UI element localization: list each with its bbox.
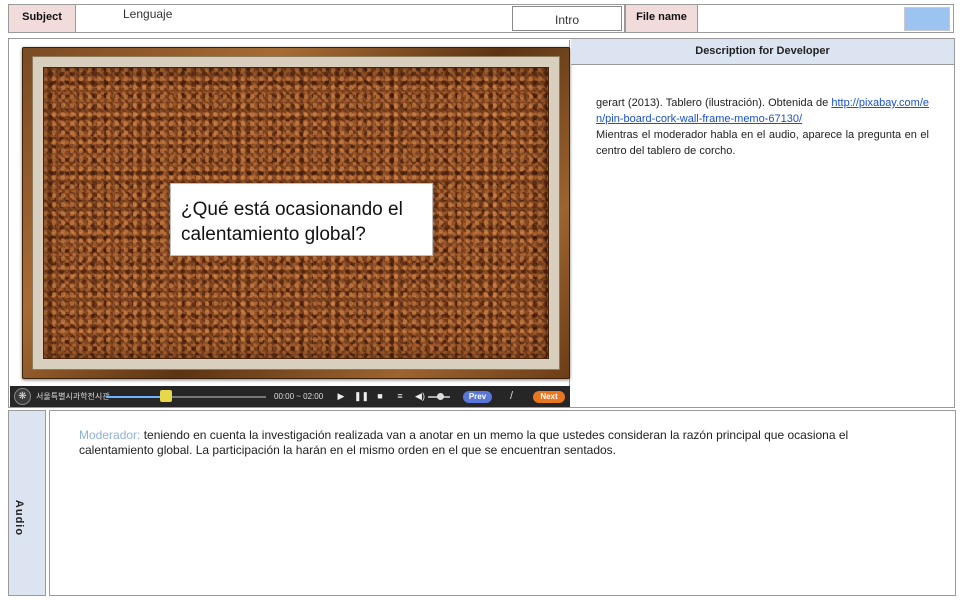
subject-value: Lenguaje bbox=[123, 7, 173, 21]
speaker-label: Moderador: bbox=[79, 428, 141, 442]
volume-handle[interactable] bbox=[437, 393, 444, 400]
logo-icon: ❋ bbox=[14, 388, 31, 405]
player-time: 00:00 ~ 02:00 bbox=[274, 392, 324, 401]
citation-text: gerart (2013). Tablero (ilustración). Ob… bbox=[596, 97, 832, 109]
intro-tag: Intro bbox=[512, 6, 622, 31]
subject-label: Subject bbox=[8, 4, 76, 33]
description-body: gerart (2013). Tablero (ilustración). Ob… bbox=[596, 95, 929, 159]
player-brand: 서울특별시과학전시관 bbox=[36, 392, 110, 401]
audio-script-text: teniendo en cuenta la investigación real… bbox=[79, 428, 849, 457]
progress-fill bbox=[106, 396, 161, 398]
description-header: Description for Developer bbox=[571, 39, 954, 65]
prev-button[interactable]: Prev bbox=[463, 391, 492, 403]
list-icon[interactable]: ≡ bbox=[394, 390, 406, 402]
file-name-label: File name bbox=[625, 4, 698, 33]
question-card: ¿Qué está ocasionando el calentamiento g… bbox=[170, 183, 433, 256]
developer-note: Mientras el moderador habla en el audio,… bbox=[596, 129, 929, 157]
next-button[interactable]: Next bbox=[533, 391, 565, 403]
audio-script: Moderador: teniendo en cuenta la investi… bbox=[79, 428, 879, 458]
page-separator: / bbox=[510, 390, 514, 402]
progress-track[interactable] bbox=[106, 396, 266, 398]
progress-handle[interactable] bbox=[160, 390, 172, 402]
media-player-bar: ❋ 서울특별시과학전시관 00:00 ~ 02:00 ▶ ❚❚ ■ ≡ ◀) P… bbox=[10, 386, 570, 407]
stop-icon[interactable]: ■ bbox=[374, 390, 386, 402]
file-name-color-swatch bbox=[904, 7, 950, 31]
audio-label: Audio bbox=[13, 499, 25, 537]
play-icon[interactable]: ▶ bbox=[335, 390, 347, 402]
pause-icon[interactable]: ❚❚ bbox=[354, 390, 369, 402]
volume-icon[interactable]: ◀) bbox=[414, 390, 426, 402]
